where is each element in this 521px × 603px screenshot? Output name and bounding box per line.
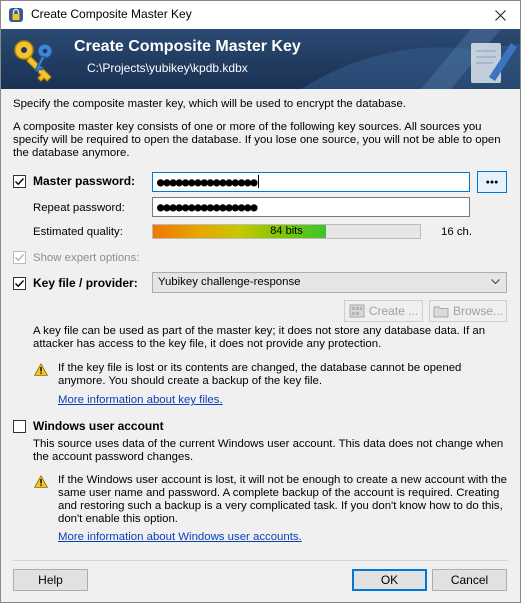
window-title: Create Composite Master Key xyxy=(31,7,192,21)
browse-button-label: Browse... xyxy=(452,304,503,318)
text-caret xyxy=(257,175,259,188)
ok-button-label: OK xyxy=(380,573,399,587)
ok-button[interactable]: OK xyxy=(352,569,427,591)
key-file-checkbox[interactable] xyxy=(13,277,26,290)
check-icon xyxy=(15,280,25,288)
footer-separator xyxy=(13,560,508,561)
create-key-file-button[interactable]: Create ... xyxy=(344,300,423,322)
show-password-icon: ●●● xyxy=(485,178,499,186)
windows-account-checkbox[interactable] xyxy=(13,420,26,433)
windows-accounts-info-link[interactable]: More information about Windows user acco… xyxy=(58,531,302,544)
check-icon xyxy=(15,178,25,186)
database-path: C:\Projects\yubikey\kpdb.kdbx xyxy=(87,61,248,75)
intro-paragraph: A composite master key consists of one o… xyxy=(13,121,501,159)
close-icon xyxy=(494,9,506,21)
intro-text: Specify the composite master key, which … xyxy=(13,98,406,110)
expert-options-checkbox[interactable] xyxy=(13,251,26,264)
folder-icon xyxy=(433,306,449,317)
cancel-button-label: Cancel xyxy=(450,573,489,587)
cancel-button[interactable]: Cancel xyxy=(432,569,507,591)
new-file-icon xyxy=(349,304,365,318)
banner-title: Create Composite Master Key xyxy=(74,38,301,55)
help-button[interactable]: Help xyxy=(13,569,88,591)
windows-account-warning: If the Windows user account is lost, it … xyxy=(58,474,507,525)
show-password-button[interactable]: ●●● xyxy=(477,171,507,193)
key-provider-dropdown[interactable]: Yubikey challenge-response xyxy=(152,272,507,293)
master-password-value: ●●●●●●●●●●●●●●●● xyxy=(157,175,258,189)
create-button-label: Create ... xyxy=(368,304,419,318)
repeat-password-label: Repeat password: xyxy=(33,202,125,214)
header-banner: Create Composite Master Key C:\Projects\… xyxy=(1,29,520,89)
check-icon xyxy=(15,254,25,262)
master-password-checkbox[interactable] xyxy=(13,175,26,188)
key-provider-selected: Yubikey challenge-response xyxy=(158,276,301,288)
quality-label: Estimated quality: xyxy=(33,226,123,238)
help-button-label: Help xyxy=(38,573,63,587)
key-file-warning: If the key file is lost or its contents … xyxy=(58,362,462,387)
master-password-label: Master password: xyxy=(33,174,136,188)
windows-account-description: This source uses data of the current Win… xyxy=(33,438,504,463)
key-files-info-link[interactable]: More information about key files. xyxy=(58,394,223,407)
windows-account-label: Windows user account xyxy=(33,419,164,433)
quality-bar: 84 bits xyxy=(152,224,421,239)
repeat-password-input[interactable]: ●●●●●●●●●●●●●●●● xyxy=(152,197,470,217)
chevron-down-icon xyxy=(491,279,500,285)
browse-key-file-button[interactable]: Browse... xyxy=(429,300,507,322)
key-file-description: A key file can be used as part of the ma… xyxy=(33,325,486,350)
key-file-label: Key file / provider: xyxy=(33,276,138,290)
repeat-password-value: ●●●●●●●●●●●●●●●● xyxy=(157,200,258,214)
master-password-input[interactable]: ●●●●●●●●●●●●●●●● xyxy=(152,172,470,192)
dialog-window: Create Composite Master Key Create Compo… xyxy=(0,0,521,603)
password-length: 16 ch. xyxy=(441,226,473,238)
close-button[interactable] xyxy=(480,1,520,29)
warning-icon xyxy=(34,363,48,376)
quality-bits: 84 bits xyxy=(270,225,303,237)
keys-icon xyxy=(14,40,53,82)
expert-options-label: Show expert options: xyxy=(33,252,140,264)
lock-icon xyxy=(9,8,23,22)
dialog-footer: Help OK Cancel xyxy=(1,564,520,602)
title-bar: Create Composite Master Key xyxy=(1,1,520,29)
dialog-content: Specify the composite master key, which … xyxy=(1,89,520,564)
warning-icon xyxy=(34,475,48,488)
